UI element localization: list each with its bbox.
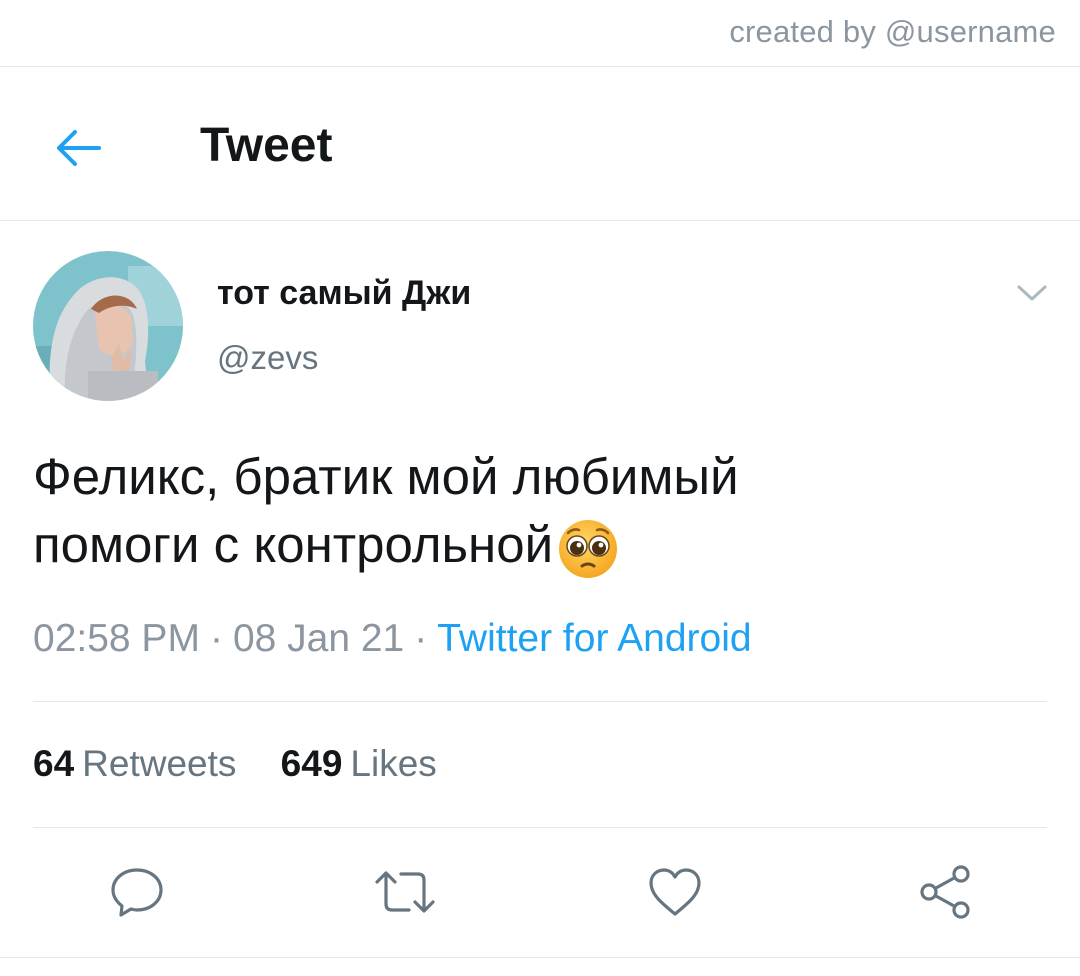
meta-separator: · bbox=[209, 617, 223, 660]
divider bbox=[0, 957, 1080, 958]
tweet-source-link[interactable]: Twitter for Android bbox=[437, 617, 751, 660]
share-button[interactable] bbox=[912, 862, 978, 922]
retweets-stat[interactable]: 64 Retweets bbox=[33, 743, 236, 785]
retweets-count: 64 bbox=[33, 743, 75, 784]
share-icon bbox=[920, 865, 970, 919]
chevron-down-icon bbox=[1017, 285, 1047, 301]
tweet-metadata: 02:58 PM · 08 Jan 21 · Twitter for Android bbox=[33, 617, 752, 661]
avatar[interactable] bbox=[33, 251, 183, 401]
tweet-text: Феликс, братик мой любимый помоги с конт… bbox=[33, 443, 1033, 579]
tweet-stats: 64 Retweets 649 Likes bbox=[33, 743, 471, 785]
heart-icon bbox=[649, 868, 701, 916]
meta-separator: · bbox=[414, 617, 428, 660]
divider bbox=[0, 220, 1080, 221]
watermark-text: created by @username bbox=[729, 14, 1056, 49]
page-title: Tweet bbox=[200, 119, 333, 172]
tweet-text-line-2: помоги с контрольной bbox=[33, 511, 1033, 579]
tweet-text-line: помоги с контрольной bbox=[33, 516, 554, 573]
likes-count: 649 bbox=[280, 743, 343, 784]
tweet-detail-page: created by @username Tweet тот самый Джи… bbox=[0, 0, 1080, 976]
retweets-label: Retweets bbox=[82, 743, 237, 784]
likes-stat[interactable]: 649 Likes bbox=[281, 743, 437, 785]
user-handle[interactable]: @zevs bbox=[217, 339, 318, 377]
tweet-date: 08 Jan 21 bbox=[232, 617, 405, 660]
divider bbox=[33, 827, 1047, 828]
pleading-face-emoji-icon bbox=[559, 520, 618, 578]
display-name[interactable]: тот самый Джи bbox=[217, 274, 471, 313]
arrow-left-icon bbox=[57, 130, 101, 166]
divider bbox=[0, 66, 1080, 67]
retweet-icon bbox=[375, 871, 435, 913]
tweet-time: 02:58 PM bbox=[33, 617, 200, 660]
divider bbox=[33, 701, 1047, 702]
likes-label: Likes bbox=[350, 743, 437, 784]
like-button[interactable] bbox=[642, 862, 708, 922]
reply-icon bbox=[111, 868, 163, 917]
reply-button[interactable] bbox=[104, 862, 170, 922]
more-options-button[interactable] bbox=[1010, 276, 1054, 310]
back-button[interactable] bbox=[48, 118, 108, 178]
tweet-text-line: Феликс, братик мой любимый bbox=[33, 448, 739, 505]
retweet-button[interactable] bbox=[372, 862, 438, 922]
